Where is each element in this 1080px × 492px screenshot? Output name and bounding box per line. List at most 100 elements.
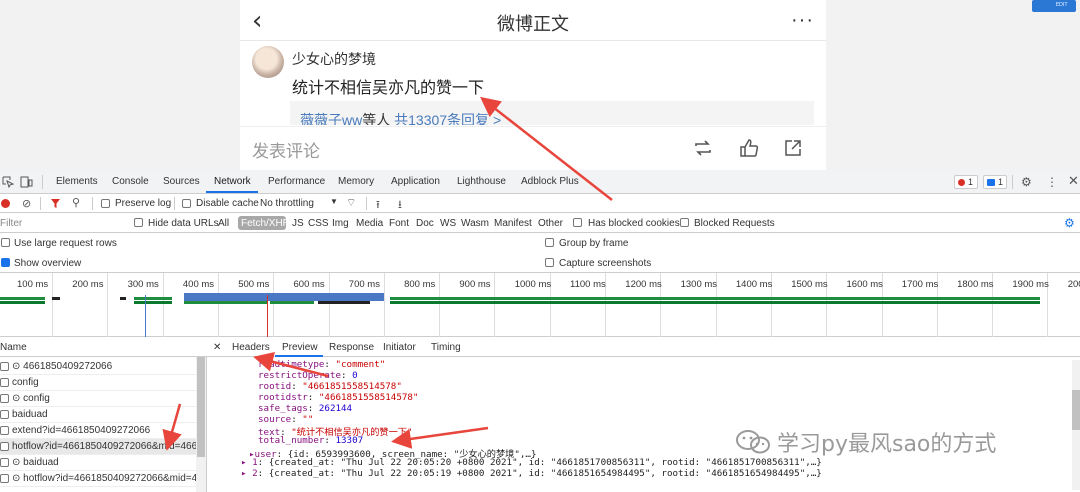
request-row[interactable]: config xyxy=(0,375,196,391)
request-row[interactable]: ⊙ hotflow?id=4661850409272066&mid=46 xyxy=(0,471,196,487)
filter-type-css[interactable]: CSS xyxy=(308,218,329,229)
blocked-cookies-checkbox[interactable] xyxy=(573,218,582,227)
kebab-menu-icon[interactable]: ⋮ xyxy=(1046,175,1058,189)
filter-type-all[interactable]: All xyxy=(218,218,229,229)
tab-response[interactable]: Response xyxy=(329,342,374,353)
chevron-down-icon[interactable]: ▼ xyxy=(330,197,338,206)
filter-type-font[interactable]: Font xyxy=(389,218,409,229)
request-list-scrollbar[interactable] xyxy=(196,357,206,492)
avatar[interactable] xyxy=(252,46,284,78)
tab-sources[interactable]: Sources xyxy=(163,176,200,187)
timeline-bar xyxy=(120,297,126,300)
json-value: 262144 xyxy=(318,402,353,414)
request-row[interactable]: baiduad xyxy=(0,407,196,423)
like-icon[interactable] xyxy=(738,137,760,159)
network-overview-timeline[interactable]: 100 ms 200 ms 300 ms 400 ms 500 ms 600 ms 700 … xyxy=(0,273,1080,337)
preview-scrollbar[interactable] xyxy=(1072,360,1080,490)
timeline-gridline xyxy=(107,273,109,337)
tab-application[interactable]: Application xyxy=(391,176,440,187)
tab-headers[interactable]: Headers xyxy=(232,342,270,353)
timeline-tick-label: 100 ms xyxy=(17,279,49,290)
filter-type-js[interactable]: JS xyxy=(292,218,304,229)
device-toolbar-icon[interactable] xyxy=(20,175,33,188)
tab-timing[interactable]: Timing xyxy=(431,342,461,353)
disable-cache-checkbox[interactable] xyxy=(182,199,191,208)
hide-data-urls-checkbox[interactable] xyxy=(134,218,143,227)
show-overview-checkbox[interactable] xyxy=(1,258,10,267)
json-value: {created_at: "Thu Jul 22 20:05:19 +0800 … xyxy=(268,468,822,479)
request-row[interactable]: extend?id=4661850409272066 xyxy=(0,423,196,439)
error-count: 1 xyxy=(968,177,974,187)
network-settings-gear-icon[interactable]: ⚙ xyxy=(1064,216,1075,230)
name-column-header[interactable]: Name xyxy=(0,342,27,353)
comment-username[interactable]: 少女心的梦境 xyxy=(292,49,376,69)
large-rows-checkbox[interactable] xyxy=(1,238,10,247)
tab-lighthouse[interactable]: Lighthouse xyxy=(457,176,506,187)
timeline-gridline xyxy=(162,273,164,337)
timeline-tick-label: 1000 ms xyxy=(514,279,552,290)
close-devtools-icon[interactable]: ✕ xyxy=(1068,174,1079,189)
json-line[interactable]: ▸ 1: {created_at: "Thu Jul 22 20:05:20 +… xyxy=(241,457,822,468)
json-line[interactable]: ▸ 2: {created_at: "Thu Jul 22 20:05:19 +… xyxy=(241,468,822,479)
group-by-frame-checkbox[interactable] xyxy=(545,238,554,247)
close-detail-icon[interactable]: ✕ xyxy=(213,342,221,353)
filter-type-img[interactable]: Img xyxy=(332,218,349,229)
message-count: 1 xyxy=(998,177,1004,187)
network-conditions-icon[interactable]: ⌔ xyxy=(346,196,356,210)
tab-performance[interactable]: Performance xyxy=(268,176,325,187)
tab-network[interactable]: Network xyxy=(214,176,251,187)
network-settings-row-1: Use large request rows Group by frame xyxy=(0,233,1080,253)
settings-gear-icon[interactable]: ⚙ xyxy=(1021,175,1032,189)
filter-type-wasm[interactable]: Wasm xyxy=(461,218,489,229)
json-key: total_number xyxy=(258,435,325,447)
tab-elements[interactable]: Elements xyxy=(56,176,98,187)
request-list: ⊙ 4661850409272066 config ⊙ config baidu… xyxy=(0,357,207,492)
json-key: ▸ 1 xyxy=(241,457,258,469)
search-icon[interactable]: ⚲ xyxy=(72,196,80,209)
filter-type-manifest[interactable]: Manifest xyxy=(494,218,532,229)
repost-icon[interactable] xyxy=(692,137,714,159)
request-row[interactable]: ⊙ baiduad xyxy=(0,455,196,471)
request-row-selected[interactable]: hotflow?id=4661850409272066&mid=4661 xyxy=(0,439,196,455)
blocked-requests-checkbox[interactable] xyxy=(680,218,689,227)
filter-type-other[interactable]: Other xyxy=(538,218,563,229)
throttling-select[interactable]: No throttling xyxy=(260,198,314,209)
json-value: 0 xyxy=(352,369,358,381)
page-topbar: ‹ 微博正文 ··· xyxy=(240,0,826,41)
tab-preview[interactable]: Preview xyxy=(282,342,318,353)
reply-count-link[interactable]: 共13307条回复 > xyxy=(394,112,501,125)
large-rows-label: Use large request rows xyxy=(14,238,117,249)
clear-icon[interactable]: ⊘ xyxy=(22,197,31,210)
filter-type-doc[interactable]: Doc xyxy=(416,218,434,229)
more-icon[interactable]: ··· xyxy=(791,9,814,32)
preserve-log-checkbox[interactable] xyxy=(101,199,110,208)
record-icon[interactable] xyxy=(1,199,10,208)
timeline-bar xyxy=(0,301,45,304)
messages-counter[interactable]: 1 xyxy=(983,175,1007,189)
errors-counter[interactable]: 1 xyxy=(954,175,978,189)
filter-icon[interactable] xyxy=(50,198,61,209)
timeline-tick-label: 800 ms xyxy=(404,279,436,290)
filter-type-media[interactable]: Media xyxy=(356,218,383,229)
tab-initiator[interactable]: Initiator xyxy=(383,342,416,353)
edit-badge[interactable]: ᴱᴰᴵᵀ xyxy=(1032,0,1076,12)
inspect-element-icon[interactable] xyxy=(2,176,14,188)
filter-bar: Filter Hide data URLs All Fetch/XHR JS C… xyxy=(0,213,1080,233)
filter-input[interactable]: Filter xyxy=(0,218,120,229)
share-icon[interactable] xyxy=(782,137,804,159)
request-icon xyxy=(0,442,9,451)
tab-console[interactable]: Console xyxy=(112,176,149,187)
comment-input[interactable]: 发表评论 xyxy=(252,137,320,162)
filter-type-ws[interactable]: WS xyxy=(440,218,456,229)
tab-memory[interactable]: Memory xyxy=(338,176,374,187)
timeline-tick-label: 1700 ms xyxy=(901,279,939,290)
json-value: {created_at: "Thu Jul 22 20:05:20 +0800 … xyxy=(268,457,822,469)
tab-adblock-plus[interactable]: Adblock Plus xyxy=(521,176,579,187)
reply-username[interactable]: 薇薇子ww xyxy=(300,112,362,125)
capture-screenshots-checkbox[interactable] xyxy=(545,258,554,267)
filter-type-fetch-xhr[interactable]: Fetch/XHR xyxy=(238,216,290,230)
timeline-bar xyxy=(134,301,172,304)
request-row[interactable]: ⊙ config xyxy=(0,391,196,407)
request-row[interactable]: ⊙ 4661850409272066 xyxy=(0,359,196,375)
reply-preview[interactable]: 薇薇子ww等人 共13307条回复 > xyxy=(290,101,814,125)
